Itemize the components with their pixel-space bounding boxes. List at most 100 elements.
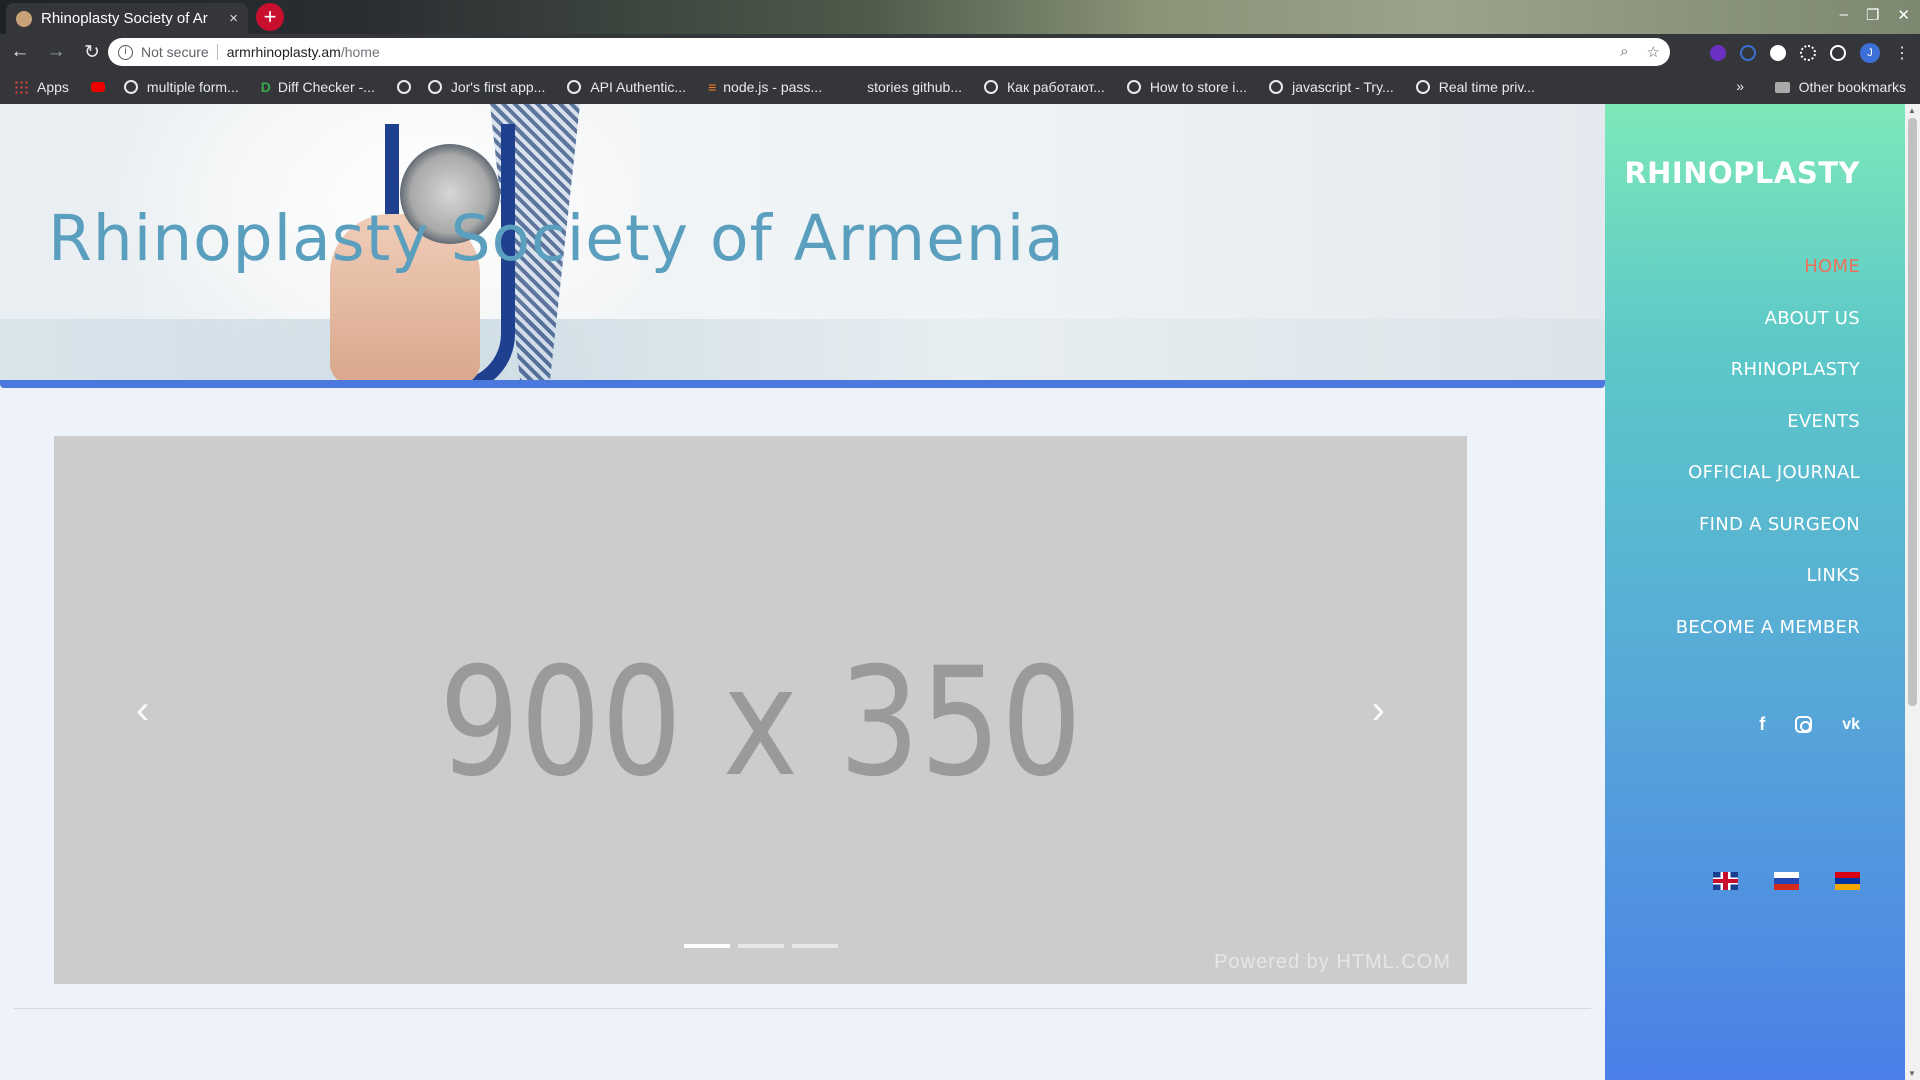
bookmark-label: API Authentic... <box>590 79 687 95</box>
content-divider <box>14 1008 1591 1009</box>
tab-close-icon[interactable]: × <box>229 10 238 27</box>
language-switcher <box>1713 872 1860 890</box>
uk-flag-icon[interactable] <box>1713 872 1738 890</box>
stackoverflow-icon: ≡ <box>708 79 717 95</box>
zoom-icon[interactable]: ⌕ <box>1620 43 1628 61</box>
sidebar: RHINOPLASTY HOME ABOUT US RHINOPLASTY EV… <box>1605 104 1905 1080</box>
site-title: Rhinoplasty Society of Armenia <box>48 202 1065 275</box>
hero-banner: Rhinoplasty Society of Armenia <box>0 104 1605 380</box>
hero-accent-bar <box>0 380 1605 388</box>
bookmark-label: How to store i... <box>1149 79 1248 95</box>
globe-icon <box>1415 80 1430 94</box>
extension-icon[interactable] <box>1800 45 1816 61</box>
carousel-indicators <box>684 944 838 948</box>
bookmarks-overflow-icon[interactable]: » <box>1736 78 1744 94</box>
bookmark-label: multiple form... <box>146 79 239 95</box>
bookmark-item[interactable]: API Authentic... <box>567 79 686 95</box>
bookmark-item[interactable]: Real time priv... <box>1415 79 1535 95</box>
tab-title: Rhinoplasty Society of Ar <box>41 10 208 27</box>
russia-flag-icon[interactable] <box>1774 872 1799 890</box>
other-bookmarks[interactable]: Other bookmarks <box>1774 79 1906 95</box>
globe-icon <box>984 80 999 94</box>
nav-item-official-journal[interactable]: OFFICIAL JOURNAL <box>1676 462 1860 514</box>
carousel-indicator-3[interactable] <box>792 944 838 948</box>
folder-icon <box>1774 81 1790 93</box>
bookmark-apps[interactable]: Apps <box>14 79 69 95</box>
bookmark-label: Apps <box>37 79 69 95</box>
bookmark-item[interactable]: Jor's first app... <box>427 79 546 95</box>
bookmark-item[interactable]: D Diff Checker -... <box>261 79 375 95</box>
browser-tab[interactable]: Rhinoplasty Society of Ar × <box>6 3 248 34</box>
bookmark-label: Diff Checker -... <box>277 79 375 95</box>
image-carousel[interactable]: 900 x 350 ‹ › Powered by HTML.COM <box>54 436 1467 984</box>
url-host: armrhinoplasty.am <box>226 44 341 60</box>
bookmark-item[interactable] <box>396 80 420 94</box>
browser-toolbar: ← → ↻ i Not secure armrhinoplasty.am /ho… <box>0 34 1920 70</box>
vk-icon[interactable]: vk <box>1842 716 1860 734</box>
nav-item-become-a-member[interactable]: BECOME A MEMBER <box>1676 617 1860 669</box>
carousel-placeholder: 900 x 350 <box>438 636 1083 810</box>
page-scrollbar[interactable]: ▲ ▼ <box>1905 104 1920 1080</box>
bookmark-youtube[interactable] <box>90 82 114 92</box>
scroll-down-icon[interactable]: ▼ <box>1908 1069 1916 1078</box>
omnibox-separator <box>216 44 218 60</box>
bookmark-item[interactable]: Как работают... <box>984 79 1105 95</box>
apps-icon <box>14 80 28 94</box>
extension-icon[interactable] <box>1740 45 1756 61</box>
scroll-up-icon[interactable]: ▲ <box>1908 106 1916 115</box>
bookmark-star-icon[interactable]: ☆ <box>1647 43 1660 61</box>
nav-item-about-us[interactable]: ABOUT US <box>1676 308 1860 360</box>
bookmark-label: javascript - Try... <box>1292 79 1394 95</box>
nav-item-find-a-surgeon[interactable]: FIND A SURGEON <box>1676 514 1860 566</box>
extension-icons: J ⋮ <box>1710 43 1910 63</box>
nav-item-home[interactable]: HOME <box>1676 256 1860 308</box>
bookmark-item[interactable]: javascript - Try... <box>1269 79 1394 95</box>
page-viewport: Rhinoplasty Society of Armenia 900 x 350… <box>0 104 1920 1080</box>
window-controls: – ❐ ✕ <box>1840 6 1910 24</box>
carousel-indicator-2[interactable] <box>738 944 784 948</box>
nav-item-links[interactable]: LINKS <box>1676 565 1860 617</box>
close-window-button[interactable]: ✕ <box>1897 6 1910 24</box>
bookmark-item[interactable]: multiple form... <box>123 79 239 95</box>
youtube-icon <box>90 82 105 92</box>
carousel-next-icon[interactable]: › <box>1372 688 1385 733</box>
address-bar[interactable]: i Not secure armrhinoplasty.am /home ⌕ ☆ <box>108 38 1670 66</box>
sidebar-brand[interactable]: RHINOPLASTY <box>1624 156 1860 190</box>
diffchecker-icon: D <box>260 79 271 95</box>
site-favicon-icon <box>16 10 32 27</box>
bookmark-label: Jor's first app... <box>450 79 546 95</box>
extension-icon[interactable] <box>1830 45 1846 61</box>
security-label: Not secure <box>141 44 209 60</box>
reload-icon[interactable]: ↻ <box>76 41 108 64</box>
globe-icon <box>1126 80 1141 94</box>
instagram-icon[interactable] <box>1795 716 1813 733</box>
nav-item-rhinoplasty[interactable]: RHINOPLASTY <box>1676 359 1860 411</box>
bookmark-item[interactable]: ≡ node.js - pass... <box>708 79 822 95</box>
back-icon[interactable]: ← <box>4 41 36 63</box>
menu-kebab-icon[interactable]: ⋮ <box>1894 43 1910 63</box>
globe-icon <box>396 80 411 94</box>
bookmark-label: stories github... <box>867 79 963 95</box>
powered-by-text: Powered by HTML.COM <box>1214 951 1451 973</box>
profile-avatar[interactable]: J <box>1860 43 1880 63</box>
globe-icon <box>123 80 138 94</box>
other-bookmarks-label: Other bookmarks <box>1798 79 1906 95</box>
extension-icon[interactable] <box>1710 45 1726 61</box>
extension-icon[interactable] <box>1770 45 1786 61</box>
carousel-indicator-1[interactable] <box>684 944 730 948</box>
minimize-button[interactable]: – <box>1840 6 1848 24</box>
tab-strip: Rhinoplasty Society of Ar × + – ❐ ✕ <box>0 0 1920 34</box>
info-icon[interactable]: i <box>118 44 133 60</box>
bookmark-item[interactable]: How to store i... <box>1126 79 1248 95</box>
armenia-flag-icon[interactable] <box>1835 872 1860 890</box>
forward-icon[interactable]: → <box>40 41 72 63</box>
new-tab-button[interactable]: + <box>256 3 284 31</box>
bookmark-item[interactable]: stories github... <box>844 79 962 95</box>
carousel-prev-icon[interactable]: ‹ <box>136 688 149 733</box>
restore-button[interactable]: ❐ <box>1866 6 1879 24</box>
facebook-icon[interactable]: f <box>1759 714 1765 735</box>
globe-icon <box>567 80 582 94</box>
hero-background <box>0 319 1605 380</box>
scrollbar-thumb[interactable] <box>1908 118 1917 706</box>
nav-item-events[interactable]: EVENTS <box>1676 411 1860 463</box>
